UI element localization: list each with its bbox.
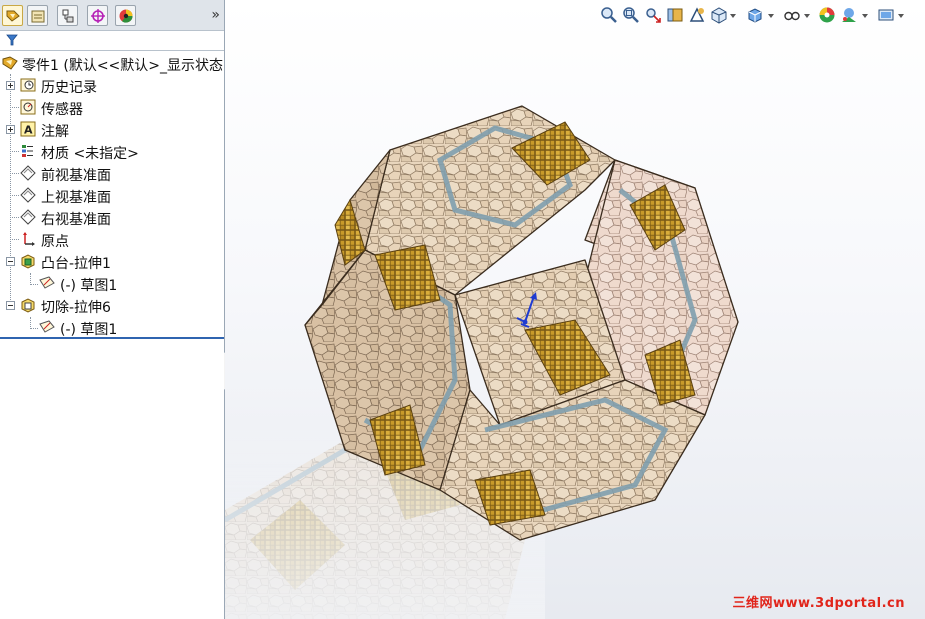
collapse-toggle[interactable] [6,301,15,310]
configuration-manager-tab[interactable] [57,5,78,26]
tree-item-label: 上视基准面 [41,190,111,206]
dimxpert-icon [91,9,105,23]
tree-item-label: 凸台-拉伸1 [41,256,111,272]
extrude-boss-icon [21,254,35,269]
polyhedron-model[interactable] [225,0,925,619]
tree-item-annotations[interactable]: A 注解 [0,118,224,140]
property-icon [31,10,45,23]
plane-icon [20,209,36,225]
tree-item-sketch[interactable]: (-) 草图1 [0,316,224,338]
property-manager-tab[interactable] [27,5,48,26]
sketch-icon [39,276,55,289]
filter-icon[interactable] [6,34,18,46]
display-style-icon[interactable] [746,6,764,24]
previous-view-icon[interactable] [644,6,662,24]
sensor-icon [20,99,36,115]
tree-root-label: 零件1 (默认<<默认>_显示状态 [22,58,224,74]
tree-item-history[interactable]: 历史记录 [0,74,224,96]
plane-icon [20,165,36,181]
expand-toggle[interactable] [6,81,15,90]
tree-item-label: (-) 草图1 [60,322,118,338]
extrude-cut-icon [21,298,35,313]
tree-item-boss-extrude[interactable]: 凸台-拉伸1 [0,250,224,272]
dynamic-annotation-icon[interactable] [688,6,706,24]
material-icon [22,145,33,157]
origin-icon [23,232,35,246]
panel-tab-bar: » [0,0,224,31]
sketch-icon [39,320,55,333]
dimxpert-tab[interactable] [87,5,108,26]
site-watermark: 三维网www.3dportal.cn [732,596,905,611]
tree-item-label: 传感器 [41,102,83,118]
hide-show-icon[interactable] [783,6,801,24]
display-manager-tab[interactable] [115,5,136,26]
configuration-icon [62,9,74,23]
tree-item-front-plane[interactable]: 前视基准面 [0,162,224,184]
zoom-to-area-icon[interactable] [622,6,640,24]
tree-filter-bar[interactable] [0,31,224,51]
history-icon [20,78,36,92]
edit-appearance-icon[interactable] [818,6,836,24]
svg-text:A: A [24,124,33,137]
tree-item-label: 历史记录 [41,80,97,96]
display-manager-icon [119,9,133,23]
rollback-bar[interactable] [0,337,224,339]
tree-item-label: 切除-拉伸6 [41,300,111,316]
feature-manager-panel: » 零件1 (默认<<默认>_显示状态 历史记录 传感器 A 注解 材质 <未指… [0,0,225,619]
tree-item-sketch[interactable]: (-) 草图1 [0,272,224,294]
expand-toggle[interactable] [6,125,15,134]
tree-item-label: (-) 草图1 [60,278,118,294]
plane-icon [20,187,36,203]
collapse-toggle[interactable] [6,257,15,266]
more-tabs-button[interactable]: » [211,7,220,23]
tree-item-label: 原点 [41,234,69,250]
tree-root-part[interactable]: 零件1 (默认<<默认>_显示状态 [0,52,224,74]
view-settings-icon[interactable] [877,6,895,24]
tree-item-sensors[interactable]: 传感器 [0,96,224,118]
zoom-to-fit-icon[interactable] [600,6,618,24]
feature-manager-tab[interactable] [2,5,23,26]
graphics-area[interactable]: 三维网www.3dportal.cn [225,0,925,619]
view-orientation-icon[interactable] [710,6,728,24]
tree-item-origin[interactable]: 原点 [0,228,224,250]
tree-item-right-plane[interactable]: 右视基准面 [0,206,224,228]
tree-item-cut-extrude[interactable]: 切除-拉伸6 [0,294,224,316]
apply-scene-icon[interactable] [840,6,858,24]
part-icon [2,56,18,70]
tree-item-material[interactable]: 材质 <未指定> [0,140,224,162]
tree-item-label: 材质 <未指定> [41,146,139,162]
tree-item-label: 前视基准面 [41,168,111,184]
tree-item-top-plane[interactable]: 上视基准面 [0,184,224,206]
annotation-icon: A [20,121,36,137]
section-view-icon[interactable] [666,6,684,24]
tree-item-label: 注解 [41,124,69,140]
tree-item-label: 右视基准面 [41,212,111,228]
feature-tree-icon [6,10,20,22]
